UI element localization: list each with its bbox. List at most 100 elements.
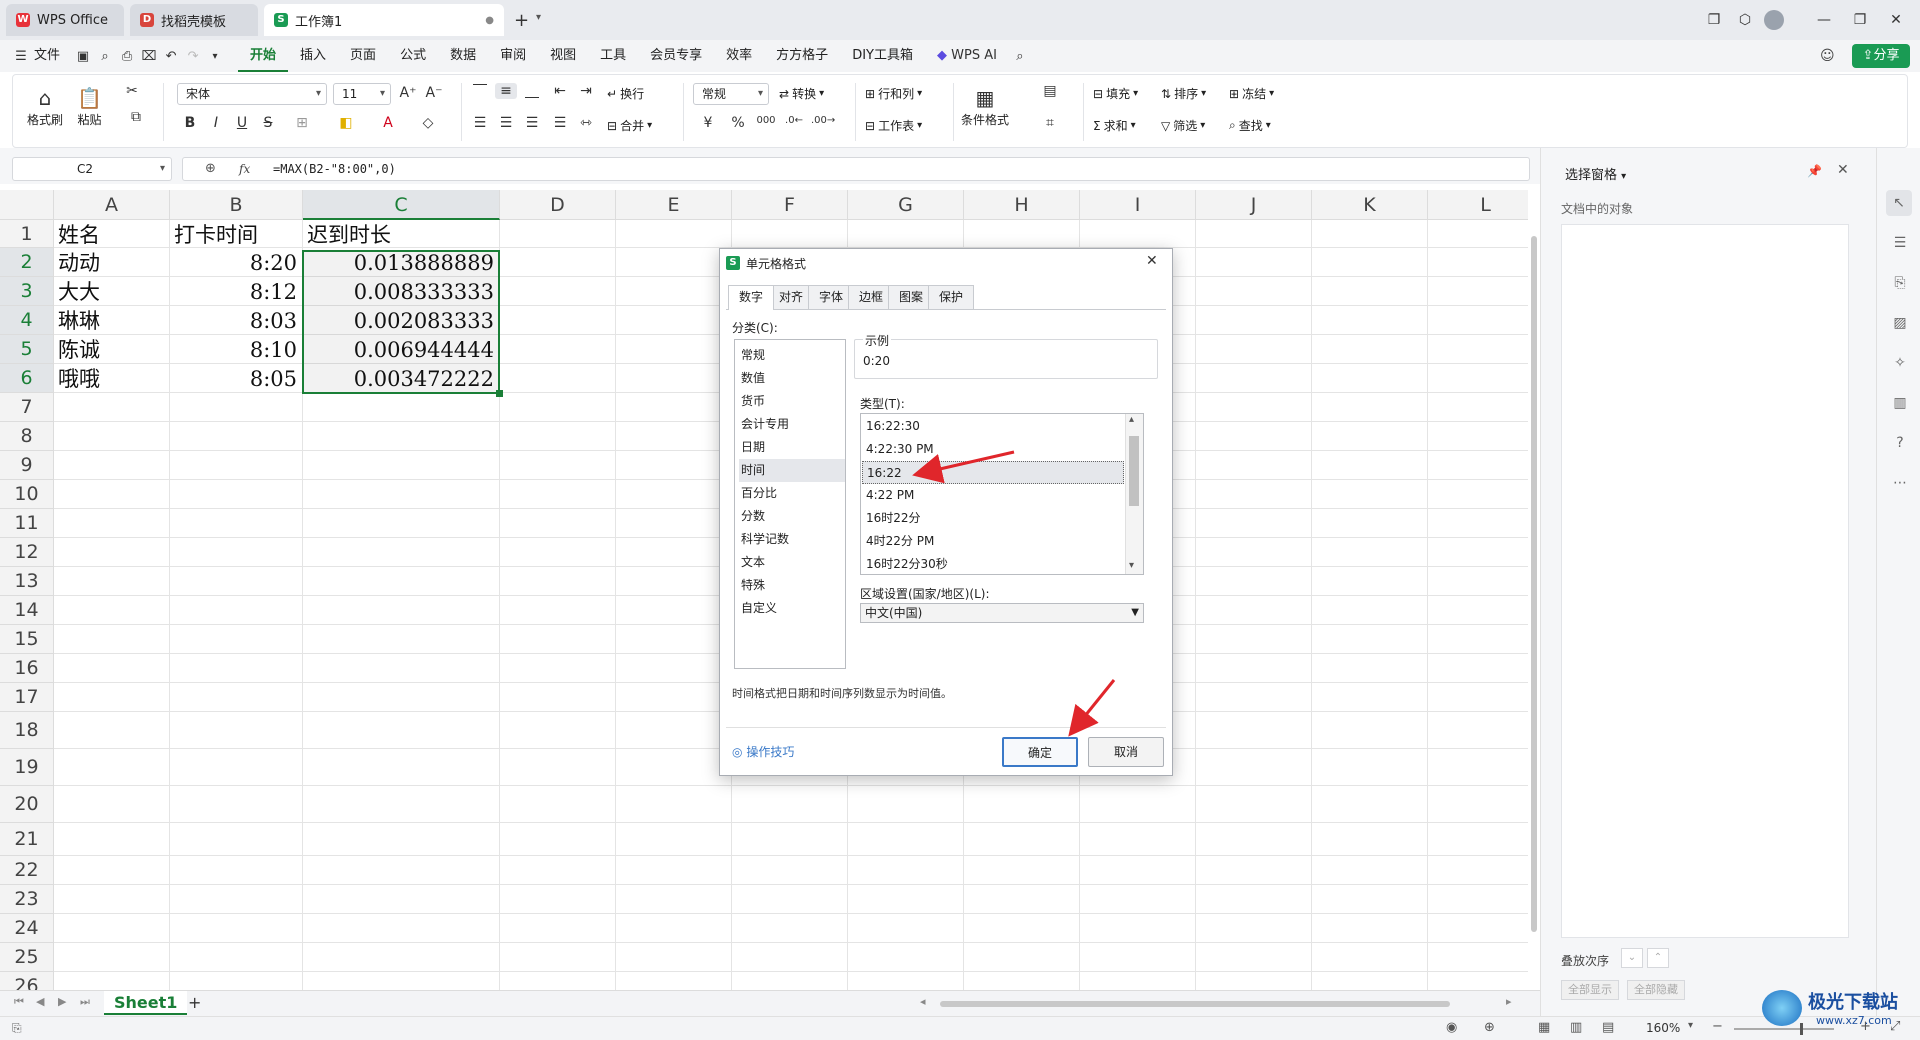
align-bottom-icon[interactable]: ⎽ bbox=[521, 83, 543, 99]
underline-button[interactable]: U bbox=[231, 115, 253, 131]
last-sheet-icon[interactable]: ⏭ bbox=[80, 995, 90, 1009]
select-pointer-icon[interactable]: ↖ bbox=[1886, 190, 1912, 216]
row-header-25[interactable]: 25 bbox=[0, 943, 54, 972]
row-header-5[interactable]: 5 bbox=[0, 335, 54, 364]
more-icon[interactable]: ⋯ bbox=[1889, 472, 1911, 494]
next-sheet-icon[interactable]: ▶ bbox=[58, 995, 66, 1008]
menu-formula[interactable]: 公式 bbox=[388, 40, 438, 72]
close-pane-icon[interactable]: ✕ bbox=[1837, 162, 1849, 178]
clear-format-icon[interactable]: ◇ bbox=[417, 115, 439, 131]
row-header-12[interactable]: 12 bbox=[0, 538, 54, 567]
menu-tools[interactable]: 工具 bbox=[588, 40, 638, 72]
chart-icon[interactable]: ▨ bbox=[1889, 312, 1911, 334]
row-header-14[interactable]: 14 bbox=[0, 596, 54, 625]
justify-icon[interactable]: ☰ bbox=[549, 115, 571, 131]
font-color-icon[interactable]: A bbox=[377, 115, 399, 131]
decrease-font-icon[interactable]: A⁻ bbox=[423, 85, 445, 101]
category-item[interactable]: 科学记数 bbox=[739, 528, 845, 551]
row-header-23[interactable]: 23 bbox=[0, 885, 54, 914]
scroll-down-icon[interactable]: ▾ bbox=[1129, 560, 1134, 571]
type-item[interactable]: 4时22分 PM bbox=[862, 530, 1124, 553]
decrease-decimal-icon[interactable]: .00→ bbox=[811, 115, 835, 126]
zoom-formula-icon[interactable]: ⊕ bbox=[205, 158, 216, 180]
row-header-13[interactable]: 13 bbox=[0, 567, 54, 596]
menu-diy[interactable]: DIY工具箱 bbox=[840, 40, 925, 72]
data-cell[interactable]: 8:10 bbox=[170, 337, 297, 364]
row-header-15[interactable]: 15 bbox=[0, 625, 54, 654]
row-header-9[interactable]: 9 bbox=[0, 451, 54, 480]
format-painter-button[interactable]: ⌂ 格式刷 bbox=[27, 85, 63, 128]
show-all-button[interactable]: 全部显示 bbox=[1561, 980, 1619, 1000]
column-header-e[interactable]: E bbox=[616, 190, 732, 220]
row-header-22[interactable]: 22 bbox=[0, 856, 54, 885]
row-header-8[interactable]: 8 bbox=[0, 422, 54, 451]
thousands-icon[interactable]: 000 bbox=[755, 115, 777, 126]
category-item[interactable]: 特殊 bbox=[739, 574, 845, 597]
conditional-format-button[interactable]: ▦ 条件格式 bbox=[961, 85, 1009, 128]
row-header-18[interactable]: 18 bbox=[0, 712, 54, 749]
copy-icon[interactable]: ⧉ bbox=[125, 109, 147, 125]
search-doc-icon[interactable]: ⌕ bbox=[94, 49, 116, 64]
cut-icon[interactable]: ✂ bbox=[121, 83, 143, 99]
row-header-17[interactable]: 17 bbox=[0, 683, 54, 712]
data-cell[interactable]: 8:12 bbox=[170, 279, 297, 306]
tips-link[interactable]: ◎ 操作技巧 bbox=[732, 743, 794, 760]
tab-list-chevron-icon[interactable]: ▾ bbox=[536, 12, 541, 23]
menu-data[interactable]: 数据 bbox=[438, 40, 488, 72]
data-cell[interactable]: 哦哦 bbox=[58, 366, 168, 393]
type-item[interactable]: 4:22 PM bbox=[862, 484, 1124, 507]
adjust-icon[interactable]: ☰ bbox=[1889, 232, 1911, 254]
align-left-icon[interactable]: ☰ bbox=[469, 115, 491, 131]
column-header-g[interactable]: G bbox=[848, 190, 964, 220]
type-item[interactable]: 16:22:30 bbox=[862, 415, 1124, 438]
type-item[interactable]: 16时22分 bbox=[862, 507, 1124, 530]
strike-button[interactable]: S bbox=[257, 115, 279, 131]
category-item[interactable]: 自定义 bbox=[739, 597, 845, 620]
paste-button[interactable]: 📋 粘贴 bbox=[77, 85, 102, 128]
page-layout-view-icon[interactable]: ▥ bbox=[1570, 1020, 1582, 1035]
row-header-24[interactable]: 24 bbox=[0, 914, 54, 943]
increase-decimal-icon[interactable]: .0← bbox=[783, 115, 805, 126]
print-icon[interactable]: ⎙ bbox=[116, 49, 138, 64]
scroll-left-icon[interactable]: ◂ bbox=[920, 995, 926, 1008]
pane-title[interactable]: 选择窗格 ▾ bbox=[1565, 164, 1626, 183]
column-header-a[interactable]: A bbox=[54, 190, 170, 220]
cell-style-icon[interactable]: ▤ bbox=[1039, 83, 1061, 99]
page-break-view-icon[interactable]: ▤ bbox=[1602, 1020, 1614, 1035]
header-cell[interactable]: 迟到时长 bbox=[307, 222, 498, 248]
menu-member[interactable]: 会员专享 bbox=[638, 40, 714, 72]
move-down-button[interactable]: ⌄ bbox=[1621, 948, 1643, 968]
bold-button[interactable]: B bbox=[179, 115, 201, 131]
dialog-titlebar[interactable]: S 单元格格式 ✕ bbox=[720, 249, 1172, 277]
font-name-select[interactable]: 宋体 ▾ bbox=[177, 83, 327, 105]
vertical-scroll-thumb[interactable] bbox=[1531, 236, 1537, 932]
distribute-icon[interactable]: ⇿ bbox=[575, 115, 597, 131]
type-list[interactable]: 16:22:30 4:22:30 PM 16:22 4:22 PM 16时22分 4时22… bbox=[860, 413, 1144, 575]
row-header-26[interactable]: 26 bbox=[0, 972, 54, 990]
convert-button[interactable]: ⇄ 转换 ▾ bbox=[779, 85, 824, 102]
save-icon[interactable]: ▣ bbox=[72, 49, 94, 64]
dialog-close-icon[interactable]: ✕ bbox=[1146, 253, 1158, 269]
category-item[interactable]: 货币 bbox=[739, 390, 845, 413]
locale-select[interactable]: 中文(中国) ▼ bbox=[860, 603, 1144, 623]
category-item[interactable]: 数值 bbox=[739, 367, 845, 390]
zoom-level[interactable]: 160% bbox=[1646, 1021, 1680, 1035]
data-cell[interactable]: 8:05 bbox=[170, 366, 297, 393]
header-cell[interactable]: 打卡时间 bbox=[174, 222, 301, 248]
column-header-j[interactable]: J bbox=[1196, 190, 1312, 220]
merge-button[interactable]: ⊟ 合并 ▾ bbox=[607, 117, 652, 134]
column-header-i[interactable]: I bbox=[1080, 190, 1196, 220]
type-item[interactable]: 4:22:30 PM bbox=[862, 438, 1124, 461]
avatar[interactable] bbox=[1764, 10, 1784, 30]
row-header-16[interactable]: 16 bbox=[0, 654, 54, 683]
category-item[interactable]: 百分比 bbox=[739, 482, 845, 505]
eye-protection-icon[interactable]: ◉ bbox=[1446, 1020, 1457, 1035]
type-item[interactable]: 16:22 bbox=[862, 461, 1124, 484]
data-cell[interactable]: 8:20 bbox=[170, 250, 297, 277]
redo-icon[interactable]: ↷ bbox=[182, 49, 204, 64]
category-item[interactable]: 会计专用 bbox=[739, 413, 845, 436]
currency-button[interactable]: ¥ bbox=[697, 115, 719, 131]
font-size-select[interactable]: 11 ▾ bbox=[333, 83, 391, 105]
tab-wps-office[interactable]: W WPS Office bbox=[6, 4, 124, 36]
column-header-c[interactable]: C bbox=[303, 190, 500, 220]
